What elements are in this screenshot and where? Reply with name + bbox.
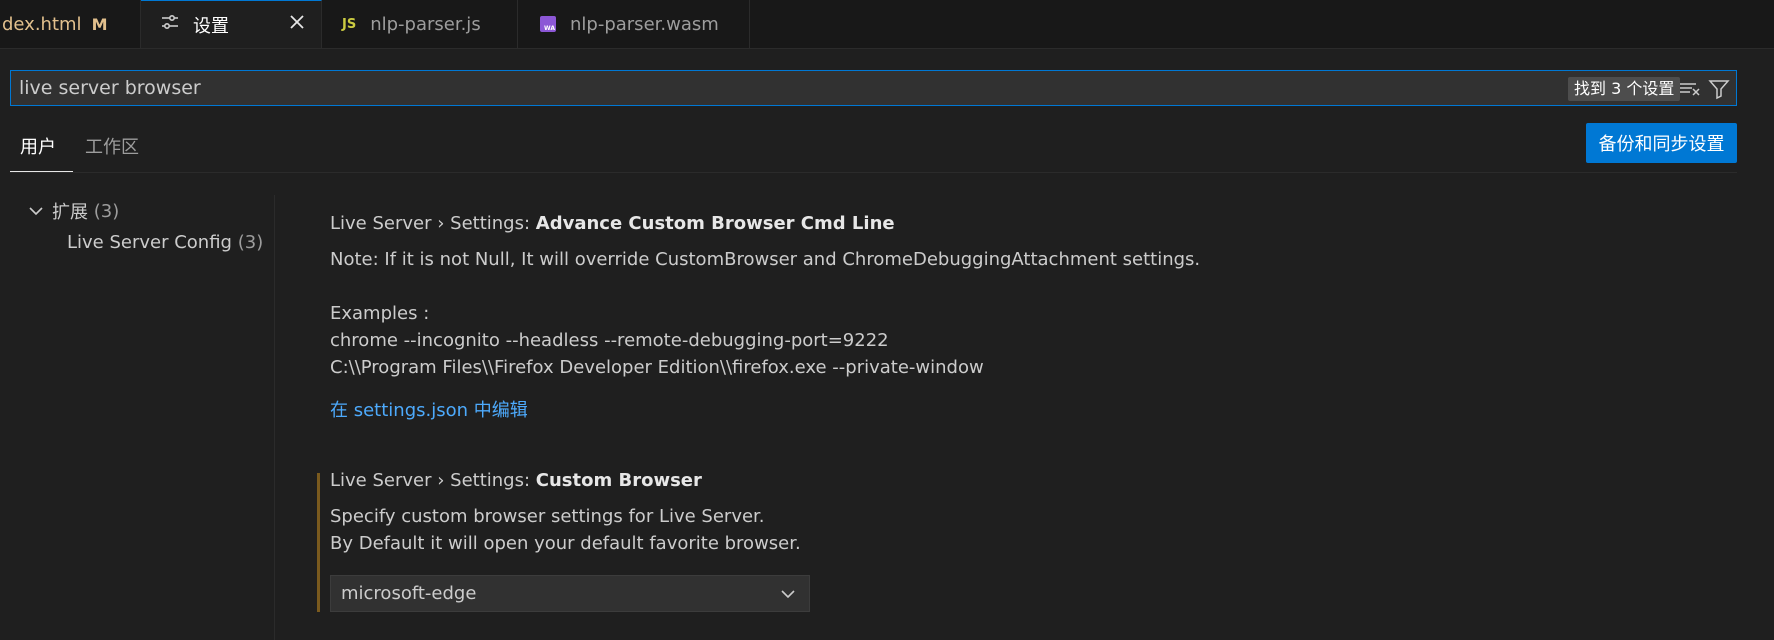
- setting-description: By Default it will open your default fav…: [330, 533, 801, 554]
- tab-settings[interactable]: 设置: [141, 0, 322, 48]
- custom-browser-select[interactable]: microsoft-edge: [330, 575, 810, 612]
- header-divider: [10, 172, 1737, 173]
- tab-nlp-parser-js[interactable]: JS nlp-parser.js: [322, 0, 518, 48]
- setting-title-advance-cmd-line: Live Server › Settings: Advance Custom B…: [330, 213, 895, 234]
- setting-description: Note: If it is not Null, It will overrid…: [330, 249, 1201, 270]
- setting-name: Custom Browser: [535, 470, 702, 491]
- tab-index-html[interactable]: dex.html M: [0, 0, 141, 48]
- setting-category: Live Server › Settings:: [330, 470, 536, 491]
- toc-item-extensions[interactable]: 扩展 (3): [28, 198, 119, 224]
- backup-sync-button[interactable]: 备份和同步设置: [1586, 123, 1737, 163]
- tab-label: nlp-parser.wasm: [570, 13, 719, 35]
- modified-indicator: [317, 473, 320, 612]
- editor-tab-bar: dex.html M 设置 JS nlp-parser.js nlp-parse…: [0, 0, 1774, 49]
- tab-label: dex.html: [2, 13, 82, 35]
- toc-count: (3): [93, 200, 120, 222]
- select-value: microsoft-edge: [341, 583, 477, 604]
- toc-label: 扩展: [52, 202, 88, 223]
- search-input[interactable]: [19, 71, 1559, 105]
- tab-label: 设置: [193, 15, 229, 37]
- setting-description: Specify custom browser settings for Live…: [330, 506, 765, 527]
- modified-badge: M: [91, 14, 108, 34]
- tab-nlp-parser-wasm[interactable]: nlp-parser.wasm: [518, 0, 750, 48]
- chevron-down-icon: [781, 590, 795, 599]
- edit-in-settings-json-link[interactable]: 在 settings.json 中编辑: [330, 396, 528, 422]
- chevron-down-icon: [29, 207, 43, 216]
- toc-item-live-server-config[interactable]: Live Server Config (3): [67, 232, 263, 253]
- tab-user-scope[interactable]: 用户: [10, 120, 73, 172]
- toc-label: Live Server Config: [67, 232, 232, 253]
- wasm-file-icon: [540, 16, 556, 32]
- settings-search-box: 找到 3 个设置: [10, 70, 1737, 106]
- setting-description: chrome --incognito --headless --remote-d…: [330, 330, 889, 351]
- close-icon[interactable]: [287, 12, 307, 32]
- result-count-badge: 找到 3 个设置: [1568, 77, 1681, 101]
- tab-label: nlp-parser.js: [370, 13, 481, 35]
- tab-workspace-scope[interactable]: 工作区: [85, 120, 139, 172]
- settings-sliders-icon: [161, 14, 179, 35]
- setting-name: Advance Custom Browser Cmd Line: [535, 213, 895, 234]
- toc-count: (3): [237, 232, 264, 253]
- js-file-icon: JS: [342, 16, 357, 32]
- setting-description: Examples :: [330, 303, 430, 324]
- setting-title-custom-browser: Live Server › Settings: Custom Browser: [330, 470, 702, 491]
- setting-description: C:\\Program Files\\Firefox Developer Edi…: [330, 357, 984, 378]
- filter-icon[interactable]: [1708, 78, 1730, 100]
- toc-separator: [274, 195, 275, 640]
- setting-category: Live Server › Settings:: [330, 213, 536, 234]
- clear-filter-icon[interactable]: [1679, 78, 1701, 100]
